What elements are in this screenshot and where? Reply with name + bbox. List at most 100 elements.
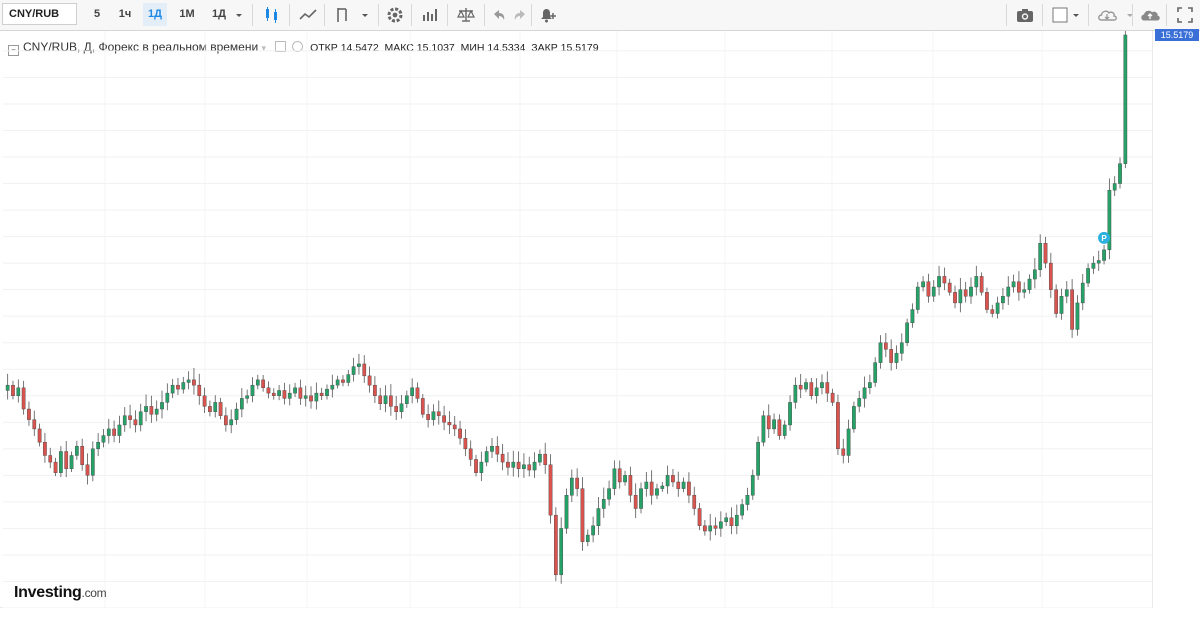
candle bbox=[202, 387, 207, 413]
candle bbox=[293, 382, 297, 398]
candle bbox=[186, 371, 191, 390]
candle bbox=[154, 400, 159, 422]
candle bbox=[112, 420, 116, 443]
candle bbox=[766, 404, 771, 438]
redo-icon[interactable] bbox=[510, 5, 530, 25]
cloud-load-icon[interactable] bbox=[1096, 5, 1120, 25]
svg-text:P: P bbox=[1101, 234, 1107, 243]
cloud-save-icon[interactable] bbox=[1139, 5, 1163, 25]
candle bbox=[474, 454, 478, 477]
candle bbox=[218, 397, 223, 420]
candle bbox=[341, 375, 345, 387]
candle bbox=[1017, 271, 1021, 301]
candle bbox=[1070, 279, 1074, 338]
candle bbox=[798, 373, 803, 399]
candle bbox=[239, 388, 244, 418]
candle bbox=[804, 378, 808, 393]
candle bbox=[963, 281, 968, 303]
candle bbox=[346, 369, 351, 387]
symbol-input[interactable]: CNY/RUB bbox=[2, 3, 77, 25]
candle bbox=[937, 265, 941, 296]
interval-1h-button[interactable]: 1ч bbox=[114, 3, 136, 26]
candle bbox=[59, 446, 63, 478]
candle bbox=[1107, 178, 1112, 260]
candle bbox=[208, 400, 212, 417]
candle bbox=[351, 357, 356, 382]
candle bbox=[128, 404, 132, 429]
candle bbox=[708, 513, 713, 541]
drawing-tools-icon[interactable] bbox=[333, 5, 353, 25]
gear-icon[interactable] bbox=[385, 5, 405, 25]
candle bbox=[490, 437, 494, 459]
candle bbox=[21, 380, 26, 415]
candle bbox=[149, 395, 154, 423]
candle bbox=[836, 394, 840, 456]
candle bbox=[1038, 234, 1043, 277]
candle bbox=[852, 401, 856, 433]
candle bbox=[942, 267, 947, 291]
interval-5-button[interactable]: 5 bbox=[88, 3, 106, 26]
price-chart[interactable]: 11.200011.400011.600011.800012.000012.20… bbox=[0, 31, 1153, 608]
layout-icon[interactable] bbox=[1050, 5, 1070, 25]
undo-icon[interactable] bbox=[489, 5, 509, 25]
candle bbox=[772, 413, 776, 434]
candle bbox=[1006, 276, 1011, 305]
candle bbox=[170, 378, 175, 399]
candle bbox=[234, 402, 239, 425]
interval-1m-button[interactable]: 1М bbox=[174, 3, 200, 26]
candle bbox=[559, 517, 564, 584]
candle bbox=[575, 468, 579, 497]
candle bbox=[1033, 258, 1037, 289]
candle bbox=[362, 355, 367, 383]
candle bbox=[1048, 252, 1053, 298]
candle bbox=[287, 384, 292, 406]
candle bbox=[718, 511, 723, 537]
chevron-down-icon[interactable] bbox=[1070, 8, 1082, 20]
interval-1d-button[interactable]: 1Д bbox=[143, 3, 167, 26]
investing-logo: Investing.com bbox=[14, 584, 107, 601]
candle bbox=[447, 411, 452, 434]
candle bbox=[122, 407, 127, 432]
candle bbox=[633, 483, 638, 519]
candle bbox=[330, 374, 335, 398]
candle bbox=[883, 332, 888, 358]
candle bbox=[974, 265, 979, 296]
candle bbox=[468, 440, 473, 467]
interval-dropdown-button[interactable]: 1Д bbox=[207, 3, 231, 26]
indicators-icon[interactable] bbox=[298, 5, 318, 25]
candle bbox=[825, 371, 830, 402]
chevron-down-icon[interactable] bbox=[359, 8, 371, 20]
event-marker-icon[interactable]: P bbox=[1098, 231, 1111, 244]
candle bbox=[389, 384, 393, 416]
candle bbox=[745, 487, 750, 511]
candle bbox=[814, 378, 819, 404]
candle bbox=[894, 345, 899, 370]
candle bbox=[543, 442, 548, 474]
candle bbox=[165, 383, 170, 411]
candle bbox=[873, 357, 878, 387]
candle bbox=[830, 388, 835, 406]
candle bbox=[761, 410, 766, 447]
candles-icon[interactable] bbox=[263, 5, 283, 25]
chevron-down-icon[interactable] bbox=[1124, 8, 1136, 20]
candle bbox=[415, 382, 420, 403]
chevron-down-icon[interactable] bbox=[233, 8, 245, 20]
candle bbox=[958, 277, 963, 313]
scale-icon[interactable] bbox=[456, 5, 476, 25]
candle bbox=[181, 376, 186, 394]
candle bbox=[591, 516, 595, 543]
camera-icon[interactable] bbox=[1015, 5, 1035, 25]
candle bbox=[48, 447, 53, 469]
compare-chart-icon[interactable] bbox=[420, 5, 440, 25]
candle bbox=[612, 460, 617, 496]
candle bbox=[96, 433, 100, 457]
candle bbox=[367, 366, 372, 393]
alert-add-icon[interactable] bbox=[537, 5, 557, 25]
candle bbox=[585, 529, 590, 547]
fullscreen-icon[interactable] bbox=[1175, 5, 1195, 25]
candle bbox=[378, 387, 383, 411]
candle bbox=[160, 390, 164, 419]
candle bbox=[899, 333, 904, 361]
candle bbox=[495, 436, 500, 463]
candle bbox=[484, 446, 489, 467]
